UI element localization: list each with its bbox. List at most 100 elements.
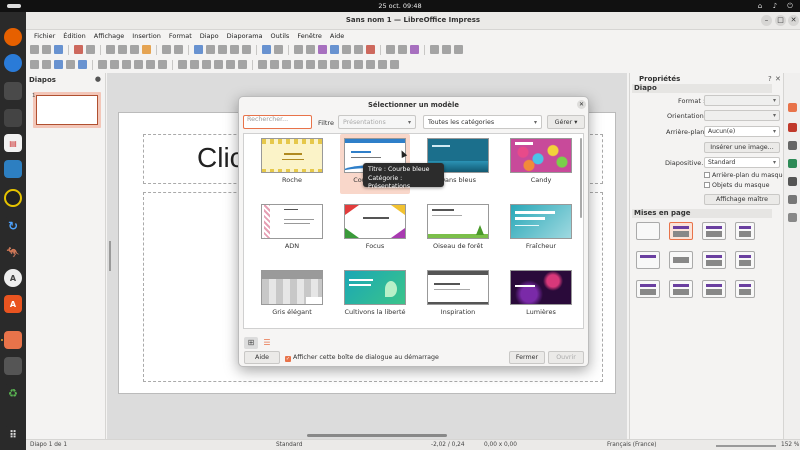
close-window-icon[interactable]: ✕ xyxy=(788,15,799,26)
section-layouts[interactable]: Mises en page xyxy=(632,209,772,218)
paste-icon[interactable] xyxy=(130,45,139,54)
template-roche[interactable]: Roche xyxy=(257,134,327,194)
thunderbird-icon[interactable] xyxy=(4,54,22,72)
power-icon[interactable]: ⏻ xyxy=(786,2,794,10)
terminal-icon[interactable] xyxy=(4,109,22,127)
symbol-shapes-icon[interactable] xyxy=(190,60,199,69)
close-pane-icon[interactable]: ● xyxy=(95,75,101,83)
comment-icon[interactable] xyxy=(398,45,407,54)
layout-six-content[interactable] xyxy=(669,280,693,298)
clone-formatting-icon[interactable] xyxy=(142,45,151,54)
curve-icon[interactable] xyxy=(146,60,155,69)
layout-vertical-title[interactable] xyxy=(702,280,726,298)
insert-image-button[interactable]: Insérer une image... xyxy=(704,142,780,153)
helplines-icon[interactable] xyxy=(230,45,239,54)
trash-icon[interactable]: ♻ xyxy=(4,384,22,402)
show-at-startup-checkbox[interactable]: ✓ Afficher cette boîte de dialogue au dém… xyxy=(285,354,439,362)
system-tray[interactable]: ⌂ ♪ ⏻ xyxy=(756,2,794,10)
volume-icon[interactable]: ♪ xyxy=(771,2,779,10)
table-icon[interactable] xyxy=(294,45,303,54)
layout-four-content[interactable] xyxy=(636,280,660,298)
libreoffice-impress-icon[interactable] xyxy=(4,331,22,349)
menu-slideshow[interactable]: Diaporama xyxy=(223,32,267,40)
fill-color-icon[interactable] xyxy=(78,60,87,69)
rhythmbox-icon[interactable] xyxy=(4,189,22,207)
align-icon[interactable] xyxy=(282,60,291,69)
template-oiseau-de-foret[interactable]: Oiseau de forêt xyxy=(423,200,493,260)
properties-deck-icon[interactable] xyxy=(788,103,797,112)
show-apps-icon[interactable]: ⠿ xyxy=(4,426,22,444)
format-select[interactable]: ▾ xyxy=(704,95,780,106)
glue-icon[interactable] xyxy=(366,60,375,69)
zoom-level[interactable]: 152 % xyxy=(781,442,799,448)
undo-icon[interactable] xyxy=(162,45,171,54)
line-icon[interactable] xyxy=(98,60,107,69)
copy-icon[interactable] xyxy=(118,45,127,54)
image-viewer-icon[interactable] xyxy=(4,160,22,178)
section-slide[interactable]: Diapo xyxy=(632,84,772,93)
styles-icon[interactable] xyxy=(788,177,797,186)
draw-function-icon[interactable] xyxy=(410,45,419,54)
navigator-icon[interactable] xyxy=(788,213,797,222)
block-arrows-icon[interactable] xyxy=(454,45,463,54)
master-slide-icon[interactable] xyxy=(262,45,271,54)
menu-view[interactable]: Affichage xyxy=(90,32,129,40)
rectangle-icon[interactable] xyxy=(110,60,119,69)
thumbnail-view-icon[interactable]: ⊞ xyxy=(244,337,258,349)
background-select[interactable]: Aucun(e) ▾ xyxy=(704,126,780,137)
spelling-icon[interactable] xyxy=(206,45,215,54)
stars-icon[interactable] xyxy=(238,60,247,69)
pane-resize-handle[interactable] xyxy=(109,241,111,271)
filter-select[interactable]: Présentations ▾ xyxy=(338,115,416,129)
crop-icon[interactable] xyxy=(330,60,339,69)
app-center-icon[interactable]: A xyxy=(4,295,22,313)
animal-app-icon[interactable]: 🦘 xyxy=(4,243,22,261)
animation-icon[interactable] xyxy=(788,141,797,150)
grid-scrollbar[interactable] xyxy=(580,138,582,218)
list-view-icon[interactable]: ☰ xyxy=(260,337,274,349)
menu-edit[interactable]: Édition xyxy=(59,32,90,40)
menu-window[interactable]: Fenêtre xyxy=(293,32,326,40)
template-fraicheur[interactable]: Fraîcheur xyxy=(506,200,576,260)
sync-icon[interactable]: ↻ xyxy=(4,217,22,235)
template-candy[interactable]: Candy xyxy=(506,134,576,194)
layout-blank[interactable] xyxy=(636,222,660,240)
gallery-icon[interactable] xyxy=(788,195,797,204)
usb-drive-icon[interactable] xyxy=(4,357,22,375)
text-icon[interactable] xyxy=(54,60,63,69)
close-button[interactable]: Fermer xyxy=(509,351,545,364)
layout-vertical-text[interactable] xyxy=(735,280,755,298)
menu-file[interactable]: Fichier xyxy=(30,32,59,40)
layout-title-two-content[interactable] xyxy=(735,222,755,240)
slide-transition-icon[interactable] xyxy=(788,123,797,132)
menu-slide[interactable]: Diapo xyxy=(196,32,223,40)
orientation-select[interactable]: ▾ xyxy=(704,110,780,121)
layout-content-two[interactable] xyxy=(735,251,755,269)
horizontal-scrollbar[interactable] xyxy=(307,434,447,437)
hyperlink-icon[interactable] xyxy=(386,45,395,54)
template-search-input[interactable]: Rechercher... xyxy=(243,115,312,129)
template-adn[interactable]: ADN xyxy=(257,200,327,260)
template-focus[interactable]: Focus xyxy=(340,200,410,260)
start-slideshow-icon[interactable] xyxy=(274,45,283,54)
layout-centered-text[interactable] xyxy=(669,251,693,269)
block-arrows-2-icon[interactable] xyxy=(202,60,211,69)
template-cultivons-la-liberte[interactable]: Cultivons la liberté xyxy=(340,266,410,326)
master-objects-checkbox[interactable]: Objets du masque xyxy=(704,182,769,189)
master-slide-select[interactable]: Standard ▾ xyxy=(704,157,780,168)
template-gris-elegant[interactable]: Gris élégant xyxy=(257,266,327,326)
template-inspiration[interactable]: Inspiration xyxy=(423,266,493,326)
manage-button[interactable]: Gérer ▾ xyxy=(547,115,585,129)
print-icon[interactable] xyxy=(86,45,95,54)
layout-title-content[interactable] xyxy=(669,222,693,240)
layout-title-only[interactable] xyxy=(636,251,660,269)
flowchart-icon[interactable] xyxy=(214,60,223,69)
interaction-icon[interactable] xyxy=(390,60,399,69)
basic-shapes-icon[interactable] xyxy=(178,60,187,69)
arrow-icon[interactable] xyxy=(134,60,143,69)
sidebar-close-icon[interactable]: ✕ xyxy=(775,75,781,83)
shapes-icon[interactable] xyxy=(442,45,451,54)
files-icon[interactable] xyxy=(4,82,22,100)
line-color-icon[interactable] xyxy=(66,60,75,69)
image-icon[interactable] xyxy=(306,45,315,54)
